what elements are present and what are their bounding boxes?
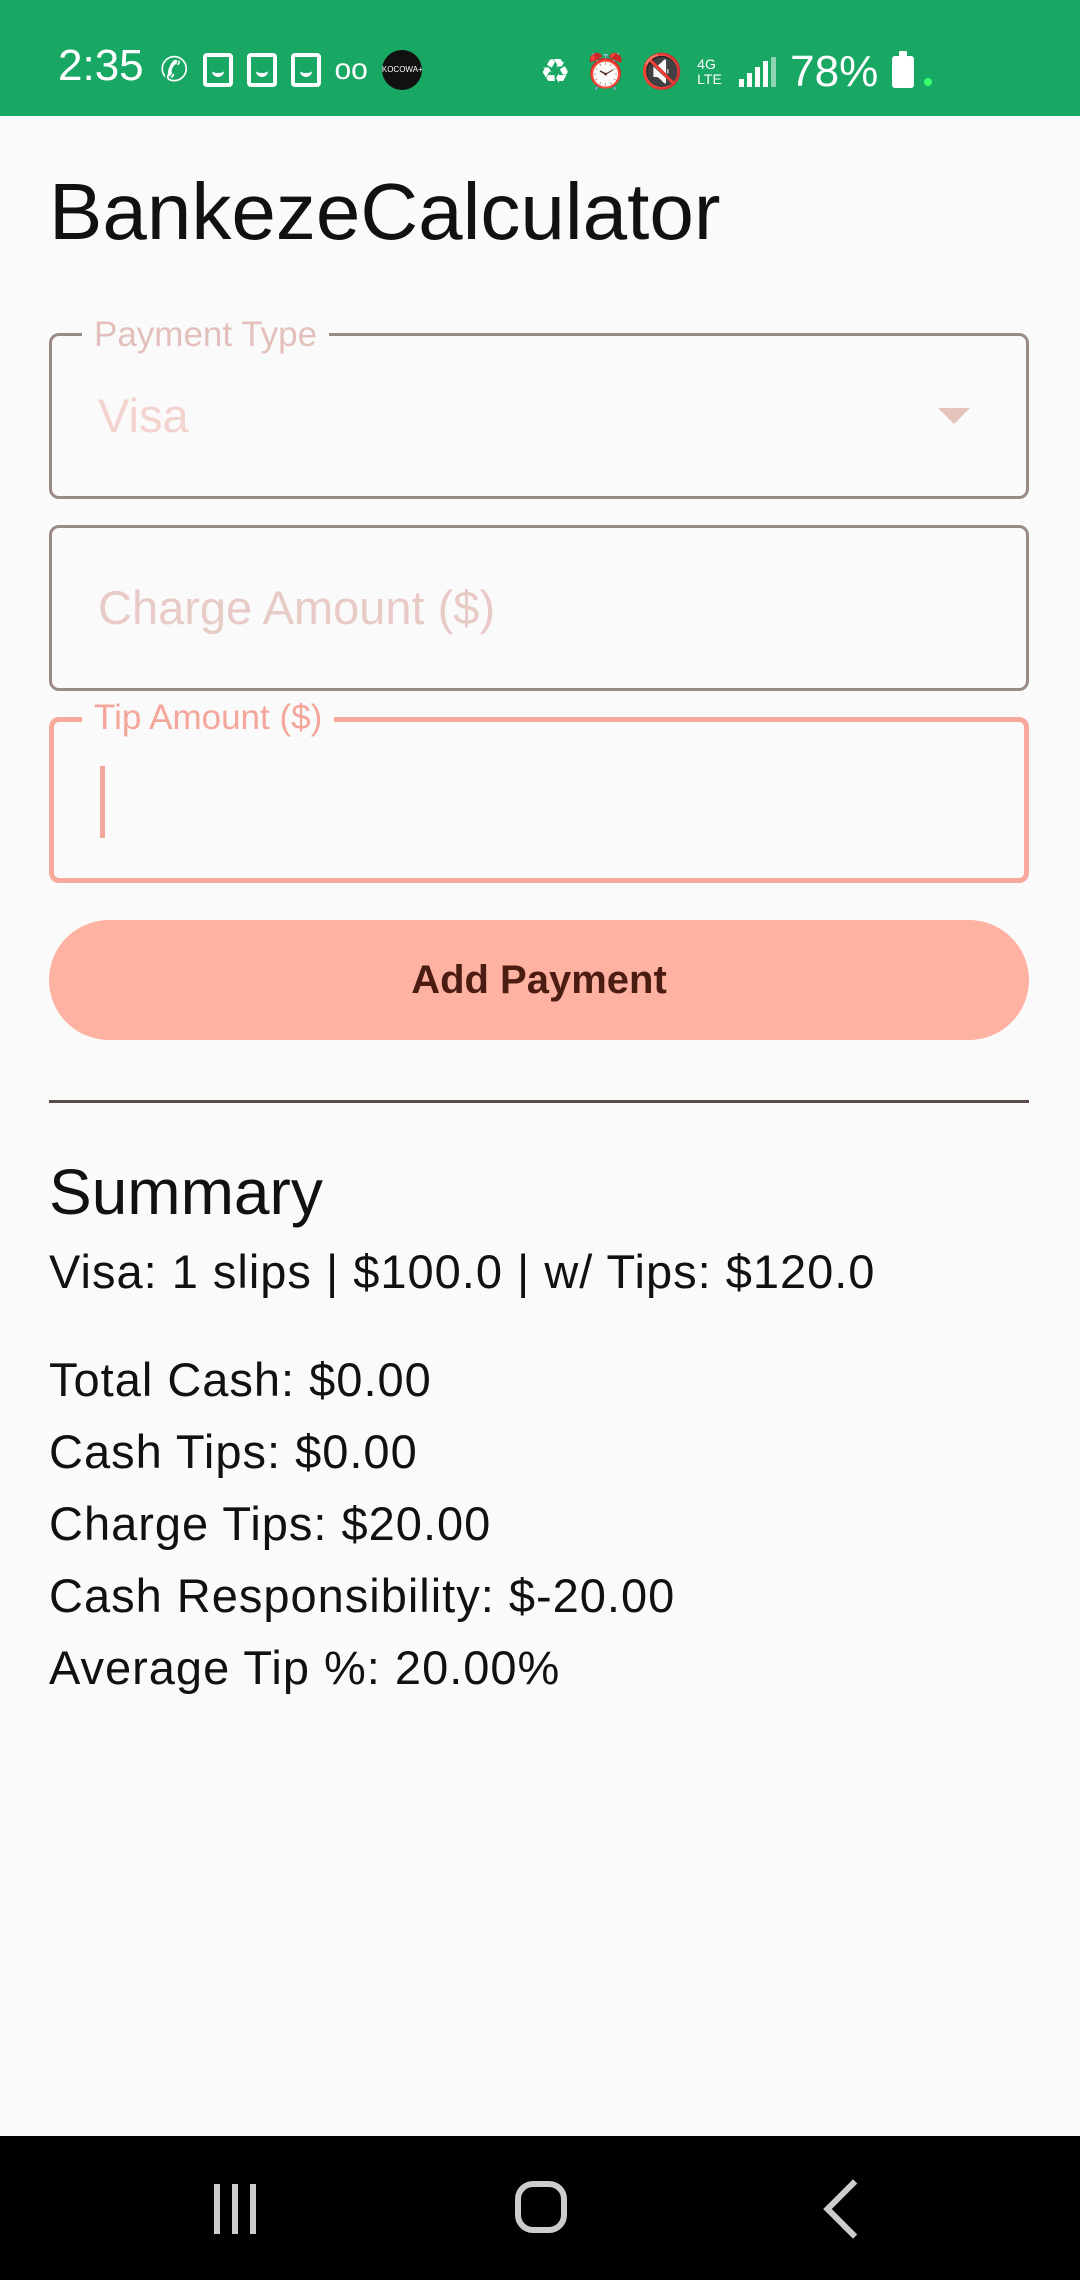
mute-icon: 🔇 xyxy=(640,53,684,91)
status-left-icons: ✆ oo KOCOWA+ xyxy=(160,50,423,90)
recents-icon[interactable] xyxy=(214,2184,256,2234)
tip-amount-label: Tip Amount ($) xyxy=(82,699,335,737)
notification-icon xyxy=(246,53,277,87)
home-icon[interactable] xyxy=(515,2181,567,2233)
summary-visa-line: Visa: 1 slips | $100.0 | w/ Tips: $120.0 xyxy=(49,1245,876,1298)
privacy-indicator-dot xyxy=(924,78,933,86)
text-cursor xyxy=(100,766,105,838)
add-payment-button[interactable]: Add Payment xyxy=(49,920,1029,1040)
battery-saver-icon: ♻ xyxy=(540,53,571,91)
back-icon[interactable] xyxy=(823,2179,883,2239)
navigation-bar xyxy=(0,2136,1080,2280)
summary-charge-tips: Charge Tips: $20.00 xyxy=(49,1497,492,1550)
payment-type-dropdown[interactable]: Payment Type Visa xyxy=(49,316,1029,499)
notification-icon xyxy=(202,53,233,87)
network-4g-icon: 4G LTE xyxy=(697,56,722,87)
status-right-icons: ♻ ⏰ 🔇 4G LTE 78% xyxy=(540,47,933,96)
charge-amount-field[interactable]: Charge Amount ($) xyxy=(49,525,1029,691)
voicemail-icon: oo xyxy=(334,53,368,86)
phone-icon: ✆ xyxy=(160,51,189,89)
dropdown-arrow-icon[interactable] xyxy=(938,408,970,424)
summary-total-cash: Total Cash: $0.00 xyxy=(49,1353,432,1406)
payment-type-label: Payment Type xyxy=(82,316,330,354)
summary-average-tip: Average Tip %: 20.00% xyxy=(49,1641,561,1694)
status-time: 2:35 xyxy=(58,41,144,90)
summary-cash-responsibility: Cash Responsibility: $-20.00 xyxy=(49,1569,676,1622)
charge-amount-placeholder: Charge Amount ($) xyxy=(98,581,496,634)
summary-title: Summary xyxy=(49,1156,323,1228)
notification-icon xyxy=(290,53,321,87)
signal-icon xyxy=(739,57,777,87)
tip-amount-field[interactable]: Tip Amount ($) xyxy=(49,699,1029,883)
battery-icon xyxy=(892,51,915,88)
battery-percent: 78% xyxy=(790,47,879,96)
summary-cash-tips: Cash Tips: $0.00 xyxy=(49,1425,418,1478)
divider xyxy=(49,1100,1029,1103)
kocowa-app-icon: KOCOWA+ xyxy=(381,50,423,90)
payment-type-value: Visa xyxy=(98,389,189,442)
app-title: BankezeCalculator xyxy=(49,167,721,256)
alarm-icon: ⏰ xyxy=(584,53,627,91)
status-bar: 2:35 ✆ oo KOCOWA+ ♻ ⏰ 🔇 4G LTE 78% xyxy=(0,0,1080,116)
